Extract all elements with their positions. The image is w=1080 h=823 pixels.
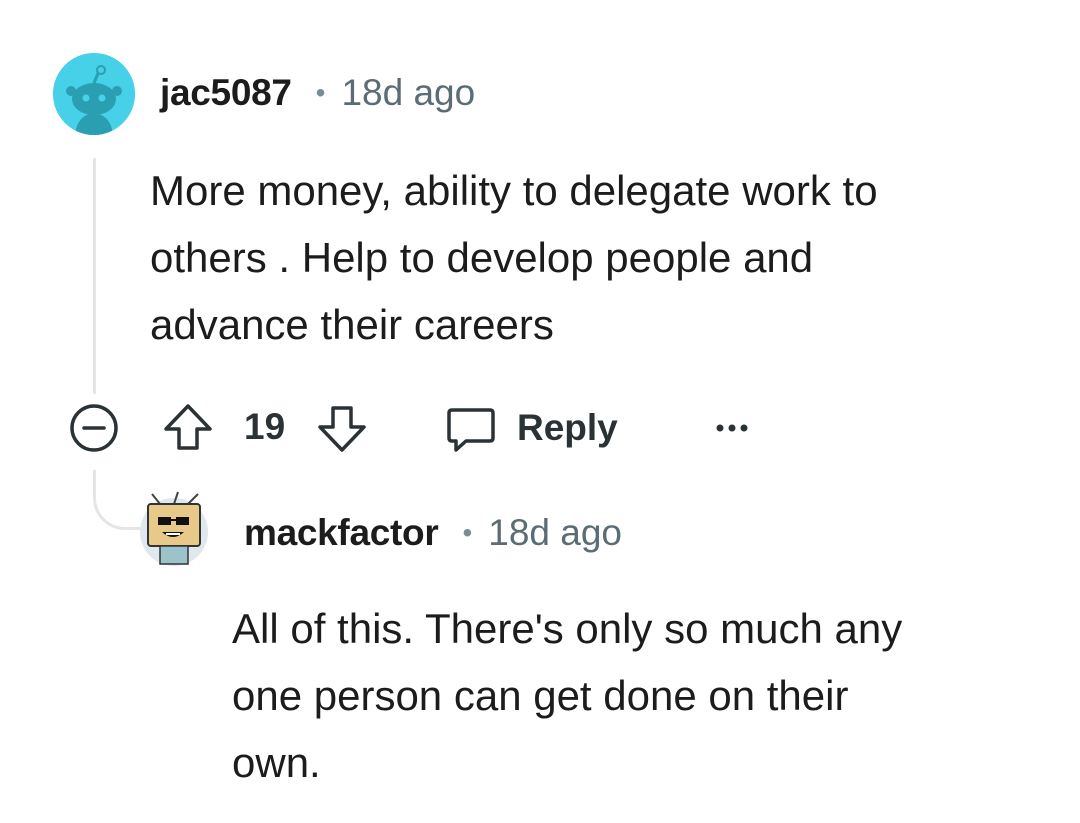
thread-line [93, 158, 96, 394]
more-dots-icon [716, 424, 748, 432]
upvote-button[interactable] [158, 398, 218, 458]
comment-bubble-icon [447, 408, 495, 452]
username[interactable]: jac5087 [160, 72, 292, 114]
comment-line: others . Help to develop people and [150, 234, 814, 281]
separator-dot: • [315, 77, 326, 108]
upvote-arrow-icon [164, 404, 212, 450]
comment-header: jac5087 • 18d ago [160, 72, 475, 114]
timestamp[interactable]: 18d ago [488, 512, 622, 554]
collapse-icon [70, 404, 118, 452]
avatar[interactable] [53, 53, 135, 135]
collapse-button[interactable] [66, 400, 122, 456]
snoo-avatar-icon [53, 53, 135, 135]
tv-robot-avatar-icon [140, 491, 208, 566]
avatar[interactable] [138, 490, 210, 568]
comment-body: All of this. There's only so much any on… [232, 595, 902, 796]
reply-button[interactable]: Reply [440, 398, 618, 458]
thread-connector [93, 470, 143, 530]
separator-dot: • [462, 517, 473, 548]
more-options-button[interactable] [708, 408, 756, 448]
downvote-button[interactable] [312, 398, 372, 458]
comment-body: More money, ability to delegate work to … [150, 157, 878, 358]
comment-line: one person can get done on their [232, 672, 849, 719]
reply-label: Reply [517, 407, 618, 448]
comment-line: More money, ability to delegate work to [150, 167, 878, 214]
comment-line: own. [232, 739, 321, 786]
timestamp[interactable]: 18d ago [341, 72, 475, 114]
comment-line: advance their careers [150, 301, 554, 348]
comment-header: mackfactor • 18d ago [244, 512, 622, 554]
username[interactable]: mackfactor [244, 512, 439, 554]
downvote-arrow-icon [318, 406, 366, 452]
comment-line: All of this. There's only so much any [232, 605, 903, 652]
vote-count: 19 [244, 406, 286, 447]
